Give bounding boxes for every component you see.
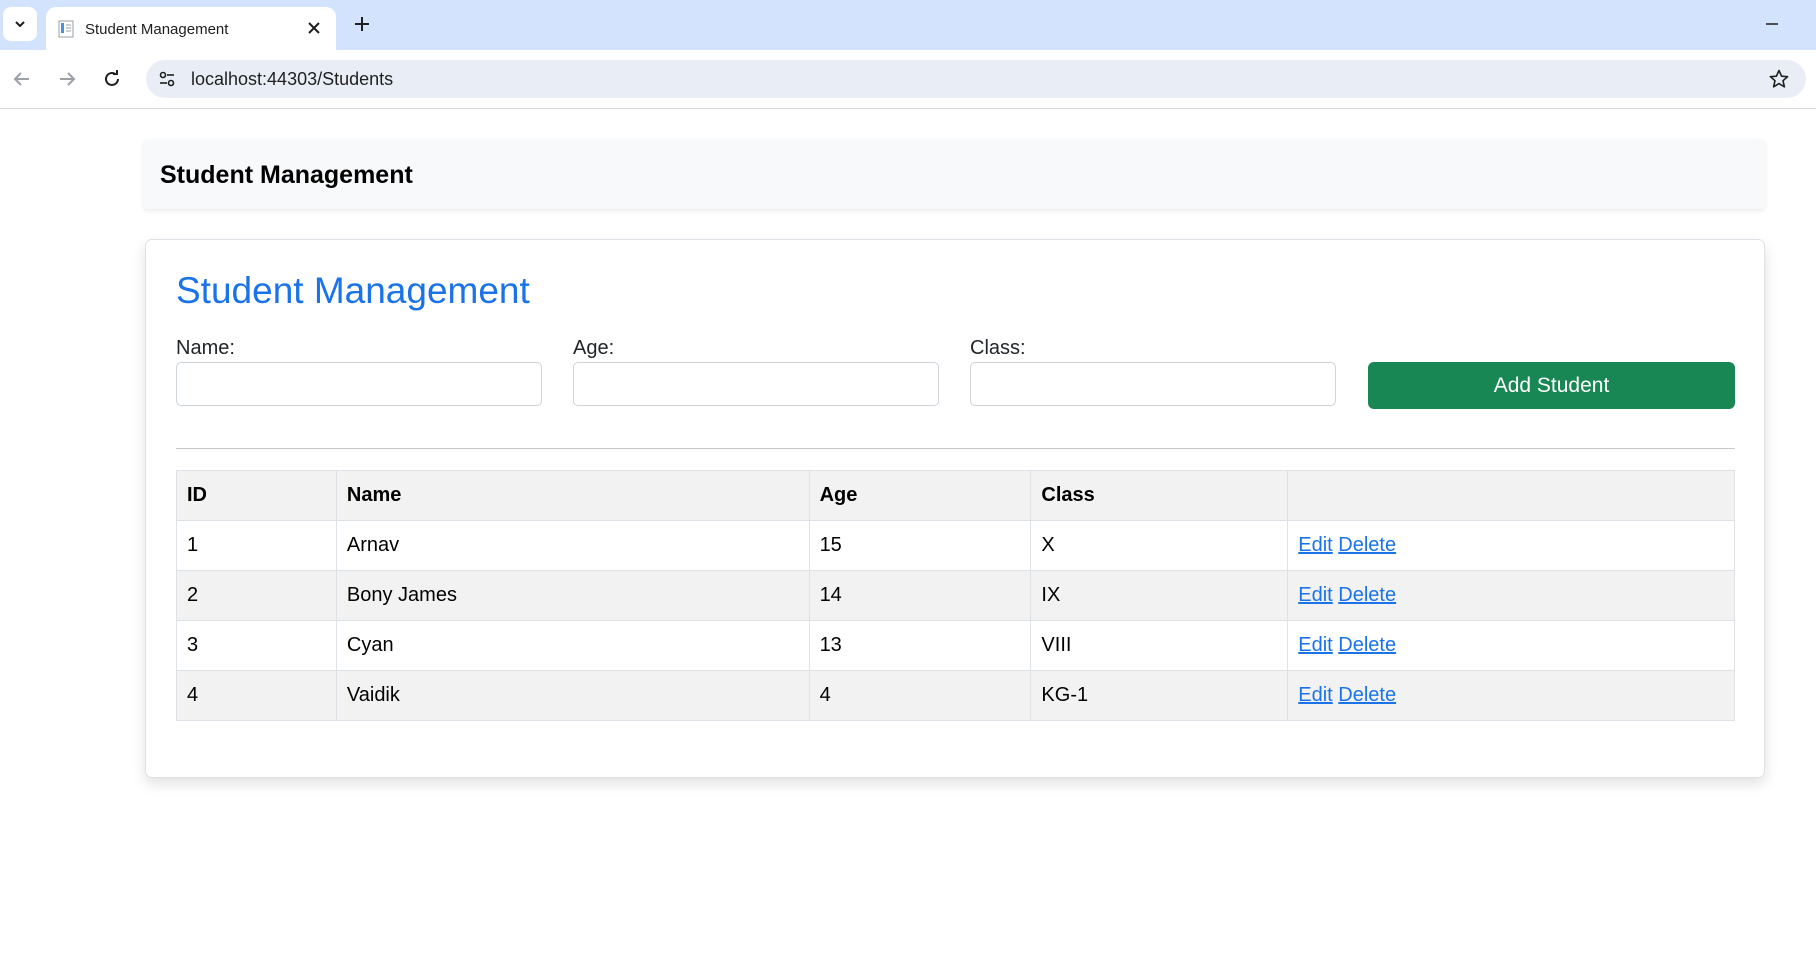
address-bar[interactable]: localhost:44303/Students	[146, 60, 1806, 98]
bookmark-button[interactable]	[1768, 68, 1790, 90]
age-label: Age:	[573, 337, 615, 359]
divider	[176, 448, 1735, 449]
cell-id: 3	[176, 620, 337, 671]
cell-name: Vaidik	[335, 670, 810, 721]
tab-title: Student Management	[85, 21, 229, 38]
site-info-button[interactable]	[156, 68, 178, 90]
forward-button[interactable]	[55, 67, 79, 91]
cell-age: 4	[808, 670, 1032, 721]
edit-link[interactable]: Edit	[1298, 584, 1332, 606]
browser-tab[interactable]: Student Management	[46, 7, 336, 50]
arrow-left-icon	[13, 72, 29, 86]
arrow-right-icon	[60, 72, 76, 86]
cell-age: 13	[808, 620, 1032, 671]
tune-icon	[159, 71, 175, 87]
minimize-icon	[1766, 23, 1778, 25]
student-card: Student Management Name: Age: Class: Add…	[145, 239, 1765, 778]
header-name: Name	[335, 470, 810, 521]
url-text[interactable]: localhost:44303/Students	[191, 69, 393, 90]
minimize-window-button[interactable]	[1760, 12, 1784, 36]
close-icon	[308, 22, 320, 34]
age-input[interactable]	[573, 362, 939, 406]
cell-actions: Edit Delete	[1287, 520, 1735, 571]
cell-id: 2	[176, 570, 337, 621]
add-student-button[interactable]: Add Student	[1368, 362, 1735, 409]
cell-name: Cyan	[335, 620, 810, 671]
cell-id: 1	[176, 520, 337, 571]
cell-class: X	[1030, 520, 1289, 571]
students-table: ID Name Age Class 1 Arnav 15 X Edit Dele…	[176, 470, 1735, 721]
back-button[interactable]	[10, 67, 34, 91]
tab-search-button[interactable]	[3, 7, 37, 41]
delete-link[interactable]: Delete	[1338, 684, 1396, 706]
reload-button[interactable]	[100, 67, 124, 91]
cell-name: Arnav	[335, 520, 810, 571]
cell-class: KG-1	[1030, 670, 1289, 721]
class-input[interactable]	[970, 362, 1336, 406]
table-row: 3 Cyan 13 VIII Edit Delete	[176, 620, 1735, 671]
navbar-brand[interactable]: Student Management	[160, 161, 413, 190]
reload-icon	[105, 70, 119, 86]
header-id: ID	[176, 470, 337, 521]
cell-actions: Edit Delete	[1287, 570, 1735, 621]
chevron-down-icon	[15, 21, 25, 28]
star-icon	[1769, 69, 1789, 88]
delete-link[interactable]: Delete	[1338, 634, 1396, 656]
header-class: Class	[1030, 470, 1289, 521]
delete-link[interactable]: Delete	[1338, 534, 1396, 556]
table-header-row: ID Name Age Class	[176, 470, 1735, 521]
document-favicon-icon	[58, 20, 74, 38]
cell-class: IX	[1030, 570, 1289, 621]
navbar: Student Management	[143, 139, 1765, 209]
header-age: Age	[808, 470, 1032, 521]
name-label: Name:	[176, 337, 235, 359]
close-tab-button[interactable]	[304, 18, 324, 38]
cell-age: 15	[808, 520, 1032, 571]
edit-link[interactable]: Edit	[1298, 634, 1332, 656]
cell-actions: Edit Delete	[1287, 670, 1735, 721]
table-row: 4 Vaidik 4 KG-1 Edit Delete	[176, 670, 1735, 721]
class-label: Class:	[970, 337, 1026, 359]
table-row: 1 Arnav 15 X Edit Delete	[176, 520, 1735, 571]
edit-link[interactable]: Edit	[1298, 534, 1332, 556]
cell-name: Bony James	[335, 570, 810, 621]
tab-strip: Student Management	[0, 0, 1816, 50]
page-title: Student Management	[176, 270, 530, 311]
table-row: 2 Bony James 14 IX Edit Delete	[176, 570, 1735, 621]
delete-link[interactable]: Delete	[1338, 584, 1396, 606]
plus-icon	[355, 17, 369, 31]
browser-toolbar: localhost:44303/Students	[0, 50, 1816, 109]
new-tab-button[interactable]	[350, 12, 374, 36]
cell-class: VIII	[1030, 620, 1289, 671]
cell-age: 14	[808, 570, 1032, 621]
name-input[interactable]	[176, 362, 542, 406]
cell-actions: Edit Delete	[1287, 620, 1735, 671]
header-actions	[1287, 470, 1735, 521]
edit-link[interactable]: Edit	[1298, 684, 1332, 706]
cell-id: 4	[176, 670, 337, 721]
